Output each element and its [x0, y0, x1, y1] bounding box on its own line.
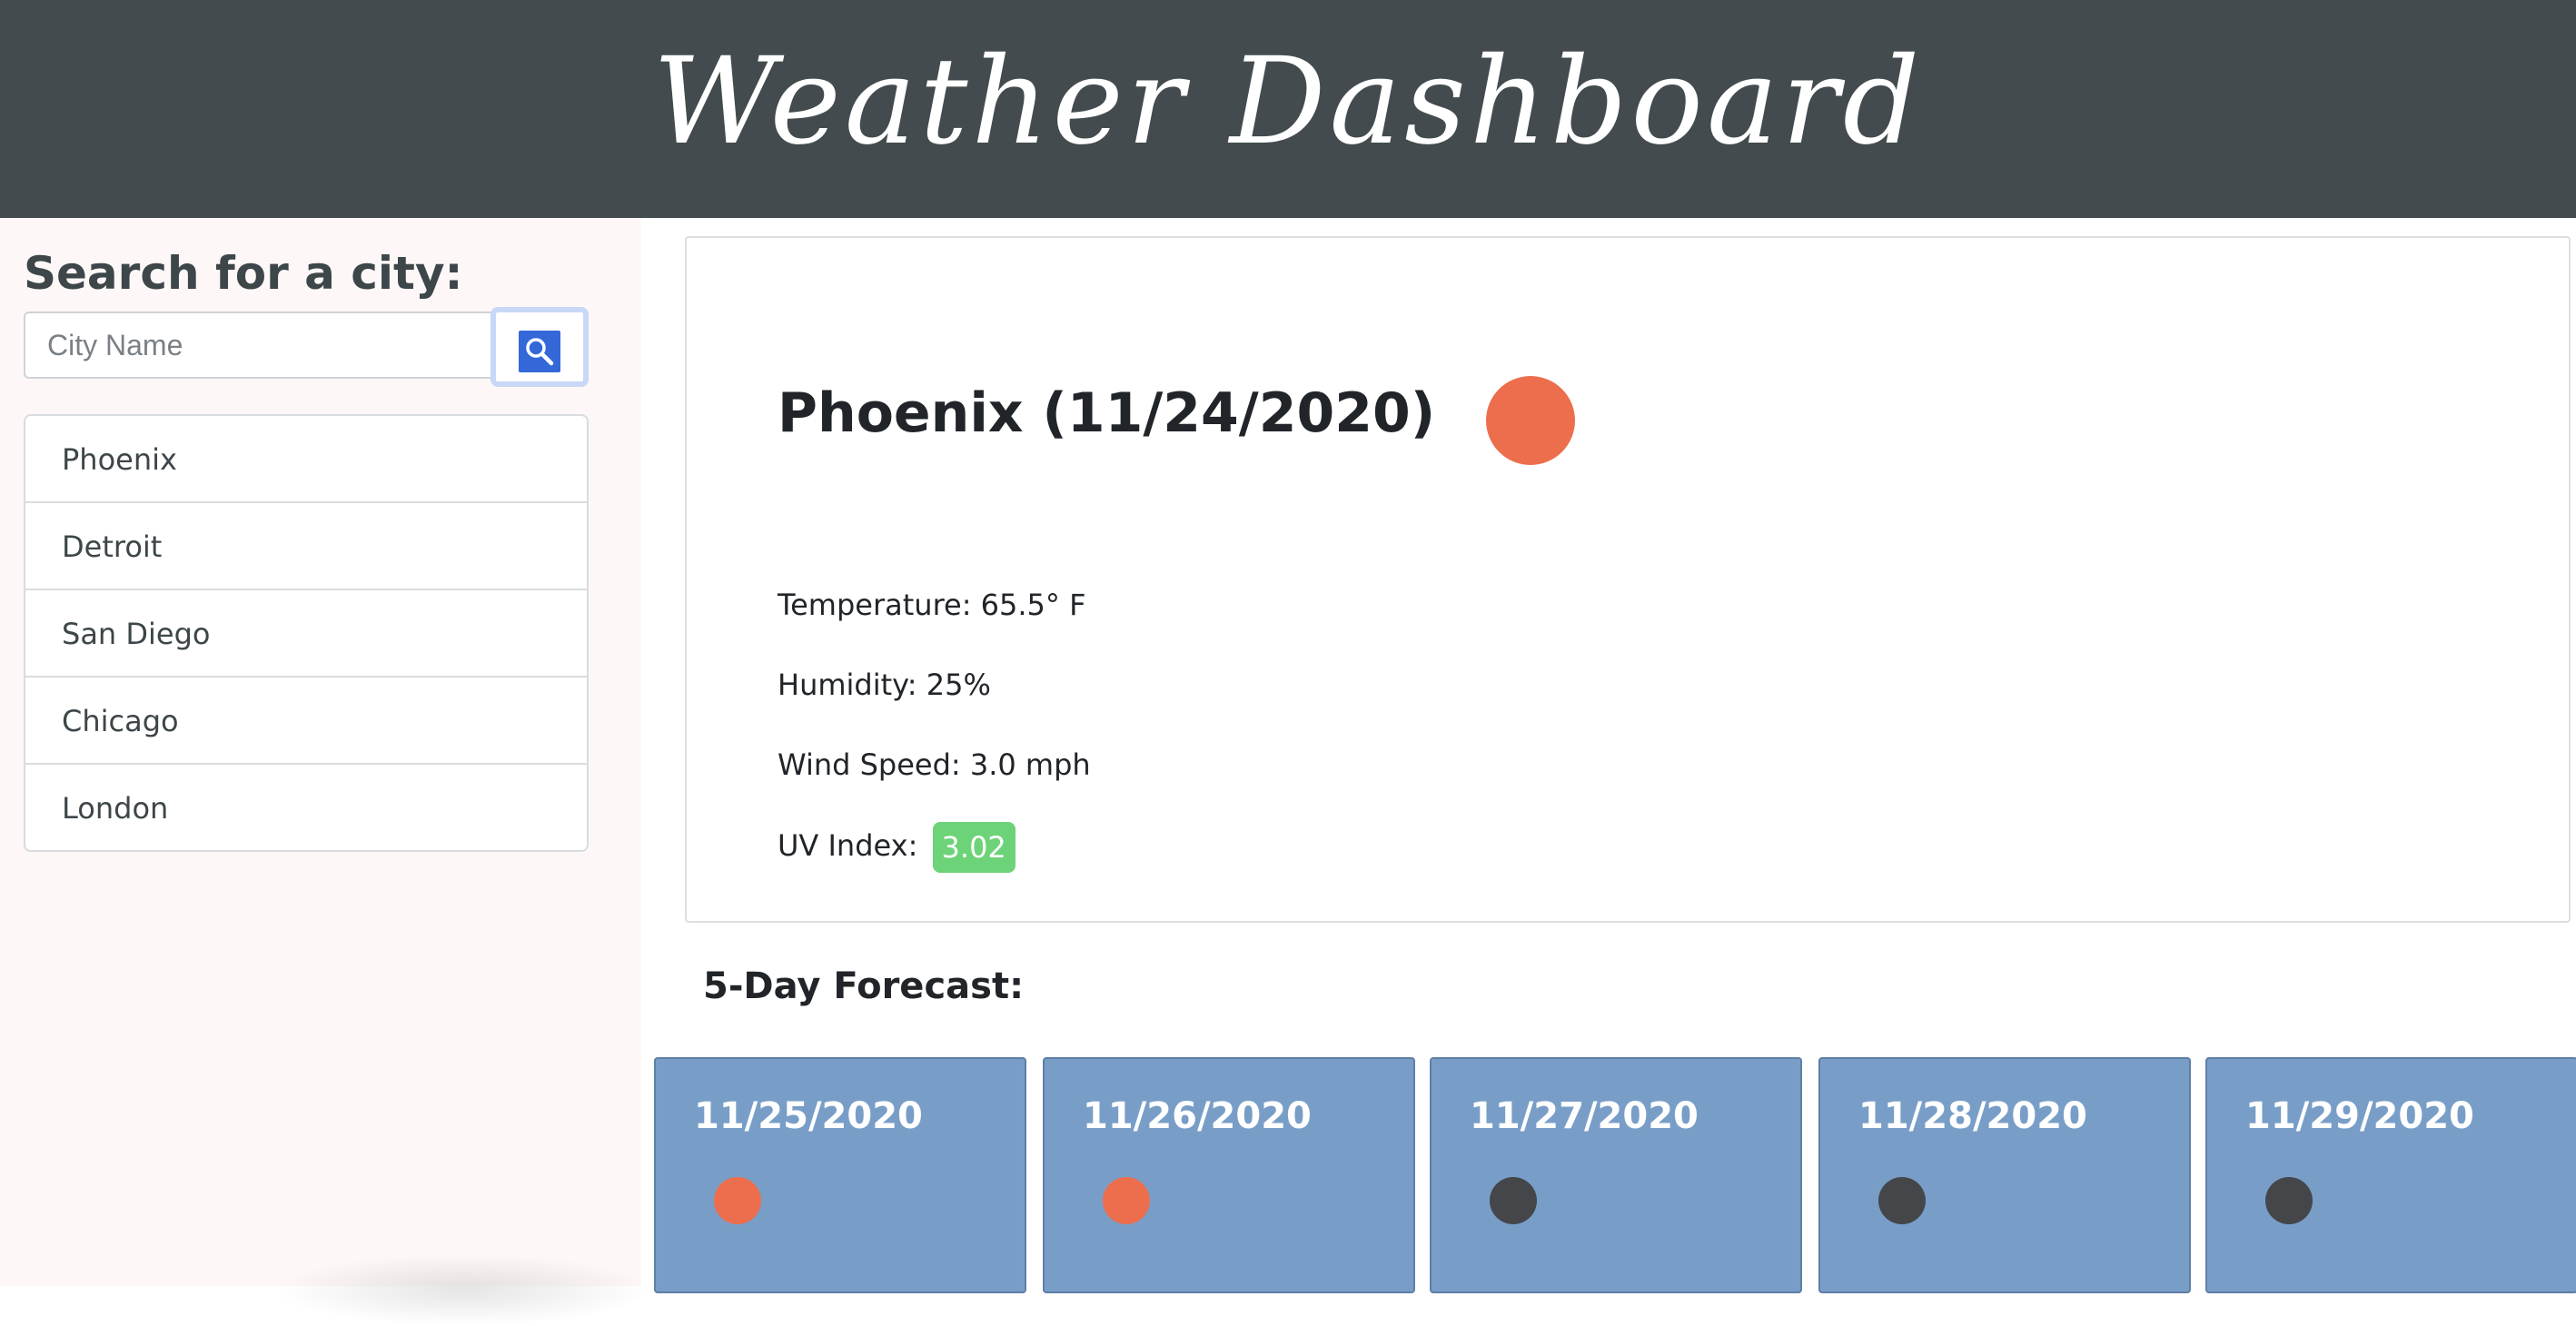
app-header: Weather Dashboard — [0, 0, 2576, 218]
cloud-icon — [1878, 1177, 1926, 1224]
uv-index-badge: 3.02 — [932, 822, 1016, 873]
forecast-card: 11/27/2020 — [1430, 1057, 1802, 1293]
uv-index-row: UV Index: 3.02 — [778, 822, 1016, 873]
current-city-title: Phoenix (11/24/2020) — [778, 381, 1436, 445]
forecast-date: 11/25/2020 — [694, 1095, 923, 1137]
temperature-text: Temperature: 65.5° F — [778, 588, 1086, 622]
forecast-card: 11/26/2020 — [1043, 1057, 1415, 1293]
forecast-heading: 5-Day Forecast: — [703, 965, 1025, 1007]
wind-speed-text: Wind Speed: 3.0 mph — [778, 747, 1091, 782]
city-item-london[interactable]: London — [25, 765, 587, 850]
city-item-detroit[interactable]: Detroit — [25, 503, 587, 590]
sun-icon — [714, 1177, 761, 1224]
forecast-date: 11/27/2020 — [1470, 1095, 1699, 1137]
city-search-input[interactable] — [24, 312, 492, 379]
forecast-date: 11/29/2020 — [2245, 1095, 2474, 1137]
cloud-icon — [2265, 1177, 2313, 1224]
search-heading: Search for a city: — [24, 247, 463, 300]
city-item-san-diego[interactable]: San Diego — [25, 590, 587, 678]
search-history-list: Phoenix Detroit San Diego Chicago London — [24, 414, 589, 852]
city-item-chicago[interactable]: Chicago — [25, 678, 587, 765]
humidity-text: Humidity: 25% — [778, 668, 991, 702]
sun-icon — [1486, 376, 1575, 465]
cloud-icon — [1490, 1177, 1537, 1224]
sun-icon — [1103, 1177, 1150, 1224]
city-item-phoenix[interactable]: Phoenix — [25, 416, 587, 503]
search-button[interactable] — [490, 307, 589, 387]
current-weather-card — [685, 236, 2571, 923]
page-title: Weather Dashboard — [652, 32, 1924, 172]
uv-index-label: UV Index: — [778, 828, 918, 863]
sidebar-shadow — [272, 1253, 654, 1326]
forecast-card: 11/29/2020 — [2205, 1057, 2576, 1293]
forecast-card: 11/25/2020 — [654, 1057, 1026, 1293]
search-icon — [519, 331, 560, 372]
forecast-date: 11/26/2020 — [1083, 1095, 1312, 1137]
forecast-date: 11/28/2020 — [1858, 1095, 2087, 1137]
forecast-card: 11/28/2020 — [1818, 1057, 2191, 1293]
